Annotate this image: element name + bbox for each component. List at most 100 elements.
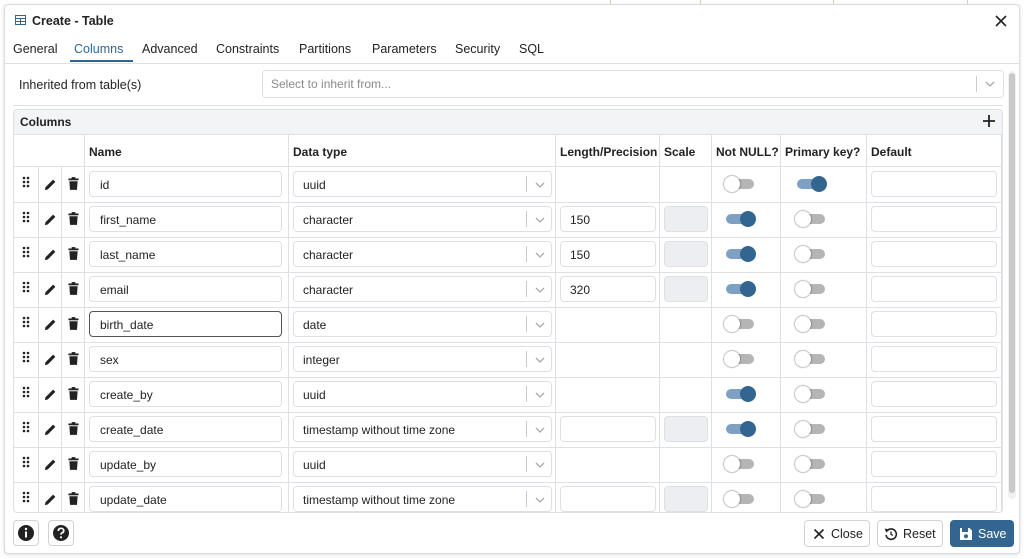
chevron-down-icon[interactable] [535,252,545,258]
column-name-input[interactable]: first_name [89,206,282,232]
primary-key-toggle[interactable] [795,491,827,507]
default-input[interactable] [871,486,997,512]
not-null-toggle[interactable] [724,351,756,367]
trash-icon[interactable] [68,492,79,505]
scale-input[interactable] [664,241,708,267]
trash-icon[interactable] [68,212,79,225]
primary-key-toggle[interactable] [795,316,827,332]
drag-handle-icon[interactable] [22,281,30,293]
data-type-select[interactable]: character [293,206,552,232]
data-type-select[interactable]: date [293,311,552,337]
info-button[interactable] [13,520,39,546]
drag-handle-icon[interactable] [22,176,30,188]
default-input[interactable] [871,416,997,442]
save-button[interactable]: Save [950,520,1014,547]
tab-constraints[interactable]: Constraints [216,42,279,56]
pencil-icon[interactable] [44,318,57,331]
tab-general[interactable]: General [13,42,57,56]
chevron-down-icon[interactable] [535,462,545,468]
pencil-icon[interactable] [44,423,57,436]
scale-input[interactable] [664,276,708,302]
not-null-toggle[interactable] [724,316,756,332]
drag-handle-icon[interactable] [22,211,30,223]
scale-input[interactable] [664,206,708,232]
pencil-icon[interactable] [44,248,57,261]
default-input[interactable] [871,206,997,232]
close-icon[interactable] [992,12,1010,30]
length-input[interactable] [560,486,656,512]
drag-handle-icon[interactable] [22,316,30,328]
column-name-input[interactable]: update_date [89,486,282,512]
not-null-toggle[interactable] [724,246,756,262]
column-name-input[interactable]: email [89,276,282,302]
chevron-down-icon[interactable] [535,357,545,363]
trash-icon[interactable] [68,177,79,190]
chevron-down-icon[interactable] [535,287,545,293]
not-null-toggle[interactable] [724,386,756,402]
tab-columns[interactable]: Columns [74,42,123,56]
primary-key-toggle[interactable] [795,176,827,192]
chevron-down-icon[interactable] [985,81,995,87]
column-name-input[interactable]: last_name [89,241,282,267]
primary-key-toggle[interactable] [795,246,827,262]
length-input[interactable]: 150 [560,241,656,267]
column-name-input[interactable]: id [89,171,282,197]
add-row-icon[interactable] [982,114,996,128]
not-null-toggle[interactable] [724,211,756,227]
help-button[interactable] [48,520,74,546]
primary-key-toggle[interactable] [795,456,827,472]
column-name-input[interactable]: sex [89,346,282,372]
pencil-icon[interactable] [44,213,57,226]
pencil-icon[interactable] [44,283,57,296]
scrollbar-thumb[interactable] [1009,73,1015,493]
default-input[interactable] [871,346,997,372]
not-null-toggle[interactable] [724,421,756,437]
drag-handle-icon[interactable] [22,246,30,258]
chevron-down-icon[interactable] [535,427,545,433]
tab-partitions[interactable]: Partitions [299,42,351,56]
chevron-down-icon[interactable] [535,322,545,328]
pencil-icon[interactable] [44,353,57,366]
default-input[interactable] [871,241,997,267]
data-type-select[interactable]: uuid [293,171,552,197]
data-type-select[interactable]: character [293,276,552,302]
default-input[interactable] [871,311,997,337]
pencil-icon[interactable] [44,388,57,401]
default-input[interactable] [871,451,997,477]
primary-key-toggle[interactable] [795,421,827,437]
trash-icon[interactable] [68,457,79,470]
data-type-select[interactable]: uuid [293,451,552,477]
tab-sql[interactable]: SQL [519,42,544,56]
trash-icon[interactable] [68,387,79,400]
drag-handle-icon[interactable] [22,351,30,363]
primary-key-toggle[interactable] [795,281,827,297]
inherit-select[interactable]: Select to inherit from... [262,70,1004,98]
default-input[interactable] [871,171,997,197]
default-input[interactable] [871,381,997,407]
length-input[interactable] [560,416,656,442]
chevron-down-icon[interactable] [535,497,545,503]
trash-icon[interactable] [68,317,79,330]
not-null-toggle[interactable] [724,281,756,297]
chevron-down-icon[interactable] [535,392,545,398]
length-input[interactable]: 150 [560,206,656,232]
close-button[interactable]: Close [804,520,870,547]
column-name-input[interactable]: birth_date [89,311,282,337]
column-name-input[interactable]: create_by [89,381,282,407]
chevron-down-icon[interactable] [535,182,545,188]
pencil-icon[interactable] [44,493,57,506]
not-null-toggle[interactable] [724,456,756,472]
trash-icon[interactable] [68,282,79,295]
drag-handle-icon[interactable] [22,421,30,433]
primary-key-toggle[interactable] [795,386,827,402]
data-type-select[interactable]: timestamp without time zone [293,486,552,512]
pencil-icon[interactable] [44,458,57,471]
not-null-toggle[interactable] [724,491,756,507]
trash-icon[interactable] [68,422,79,435]
primary-key-toggle[interactable] [795,211,827,227]
data-type-select[interactable]: character [293,241,552,267]
trash-icon[interactable] [68,247,79,260]
reset-button[interactable]: Reset [877,520,943,547]
tab-parameters[interactable]: Parameters [372,42,437,56]
tab-security[interactable]: Security [455,42,500,56]
